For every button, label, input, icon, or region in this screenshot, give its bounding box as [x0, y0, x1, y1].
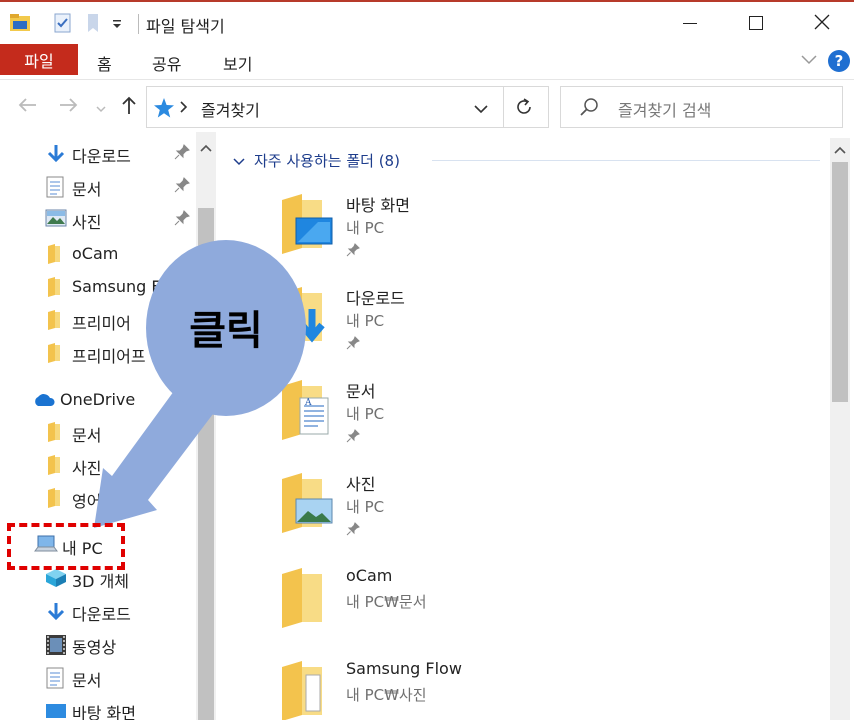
- highlight-box: [7, 523, 125, 570]
- callout-text: 클릭: [189, 308, 263, 354]
- callout-arrow: [94, 380, 222, 528]
